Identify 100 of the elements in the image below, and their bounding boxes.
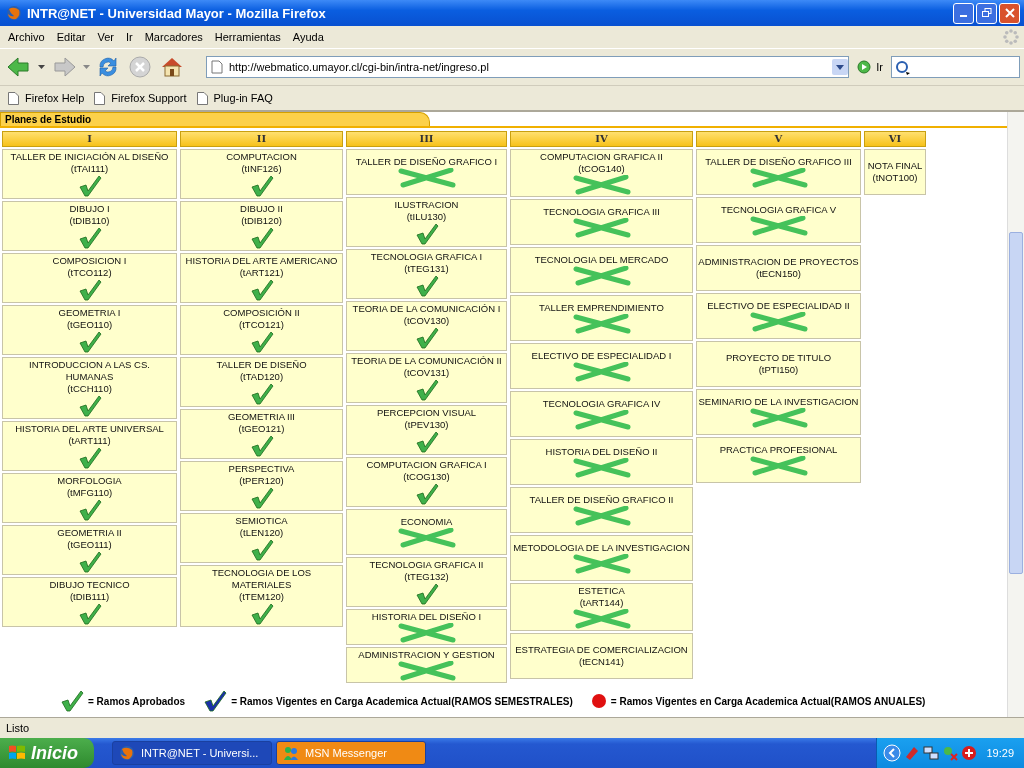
check-mark-icon xyxy=(249,435,274,457)
course-cell: HISTORIA DEL DISEÑO II xyxy=(510,439,693,485)
network-icon[interactable] xyxy=(923,745,940,761)
course-cell: COMPOSICIÓN II (tTCO121) xyxy=(180,305,343,355)
scribbled-cross-icon xyxy=(748,456,809,476)
scribbled-cross-icon xyxy=(748,216,809,236)
bookmark-link[interactable]: Plug-in FAQ xyxy=(196,91,273,105)
check-mark-icon xyxy=(77,331,102,353)
bookmark-link[interactable]: Firefox Support xyxy=(94,91,187,105)
clock: 19:29 xyxy=(986,747,1014,759)
course-cell: GEOMETRIA II (tGEO111) xyxy=(2,525,177,575)
check-mark-icon xyxy=(249,331,274,353)
course-cell: ECONOMIA xyxy=(346,509,507,555)
scribbled-cross-icon xyxy=(748,168,809,188)
check-mark-icon xyxy=(414,275,439,297)
minimize-icon xyxy=(960,15,967,17)
course-cell: ESTRATEGIA DE COMERCIALIZACION (tECN141) xyxy=(510,633,693,679)
check-mark-icon xyxy=(414,483,439,505)
check-mark-icon xyxy=(77,175,102,197)
window-title: INTR@NET - Universidad Mayor - Mozilla Firefox xyxy=(27,5,327,21)
scribbled-cross-icon xyxy=(571,362,632,382)
course-cell: SEMINARIO DE LA INVESTIGACION xyxy=(696,389,861,435)
dropdown-arrow-icon[interactable] xyxy=(38,65,45,69)
course-cell: MORFOLOGIA (tMFG110) xyxy=(2,473,177,523)
course-cell: ILUSTRACION (tILU130) xyxy=(346,197,507,247)
course-cell: TALLER DE DISEÑO GRAFICO III xyxy=(696,149,861,195)
menu-item[interactable]: Ayuda xyxy=(286,31,330,43)
firefox-icon xyxy=(119,745,135,761)
scribbled-cross-icon xyxy=(571,314,632,334)
course-cell: METODOLOGIA DE LA INVESTIGACION xyxy=(510,535,693,581)
page-icon xyxy=(211,60,223,74)
start-button[interactable]: Inicio xyxy=(0,738,94,768)
course-cell: HISTORIA DEL DISEÑO I xyxy=(346,609,507,645)
check-mark-icon xyxy=(414,583,439,605)
scribbled-cross-icon xyxy=(571,609,632,629)
check-mark-icon xyxy=(77,395,102,417)
course-cell: HISTORIA DEL ARTE UNIVERSAL (tART111) xyxy=(2,421,177,471)
check-mark-icon xyxy=(414,431,439,453)
close-button[interactable] xyxy=(999,2,1020,24)
chevron-icon[interactable] xyxy=(883,744,902,762)
menu-item[interactable]: Herramientas xyxy=(208,31,287,43)
course-cell: TEORIA DE LA COMUNICACIÓN I (tCOV130) xyxy=(346,301,507,351)
menu-item[interactable]: Marcadores xyxy=(138,31,209,43)
check-mark-icon xyxy=(60,690,84,712)
column-header: I xyxy=(2,131,177,147)
course-cell: COMPUTACION GRAFICA II (tCOG140) xyxy=(510,149,693,197)
course-cell: COMPUTACION GRAFICA I (tCOG130) xyxy=(346,457,507,507)
scribbled-cross-icon xyxy=(571,410,632,430)
course-cell: TECNOLOGIA GRAFICA I (tTEG131) xyxy=(346,249,507,299)
go-button[interactable]: Ir xyxy=(853,60,887,74)
search-icon xyxy=(895,59,911,75)
bookmark-link[interactable]: Firefox Help xyxy=(8,91,85,105)
course-cell: ELECTIVO DE ESPECIALIDAD I xyxy=(510,343,693,389)
check-mark-icon xyxy=(77,227,102,249)
course-cell: PERCEPCION VISUAL (tPEV130) xyxy=(346,405,507,455)
scribbled-cross-icon xyxy=(396,623,457,643)
check-mark-icon xyxy=(414,379,439,401)
check-mark-icon xyxy=(249,539,274,561)
course-cell: DIBUJO TECNICO (tDIB111) xyxy=(2,577,177,627)
check-mark-icon xyxy=(77,279,102,301)
address-field[interactable]: http://webmatico.umayor.cl/cgi-bin/intra-net/ingreso.pl xyxy=(206,56,850,78)
course-cell: COMPOSICION I (tTCO112) xyxy=(2,253,177,303)
check-mark-icon xyxy=(414,327,439,349)
status-text: Listo xyxy=(6,722,30,734)
dot-icon xyxy=(590,693,607,709)
menu-item[interactable]: Ver xyxy=(91,31,120,43)
course-cell: TEORIA DE LA COMUNICACIÓN II (tCOV131) xyxy=(346,353,507,403)
column-header: V xyxy=(696,131,861,147)
check-mark-icon xyxy=(203,690,228,712)
scrollbar[interactable] xyxy=(1007,112,1024,717)
page-icon xyxy=(8,91,19,105)
course-cell: TECNOLOGIA GRAFICA II (tTEG132) xyxy=(346,557,507,607)
menu-item[interactable]: Archivo xyxy=(2,31,51,43)
scribbled-cross-icon xyxy=(571,266,632,286)
course-cell: DIBUJO II (tDIB120) xyxy=(180,201,343,251)
firefox-icon xyxy=(6,5,22,21)
maximize-button[interactable] xyxy=(976,2,997,24)
column-header: III xyxy=(346,131,507,147)
course-cell: ELECTIVO DE ESPECIALIDAD II xyxy=(696,293,861,339)
course-cell: TALLER DE DISEÑO (tTAD120) xyxy=(180,357,343,407)
course-cell: TECNOLOGIA GRAFICA V xyxy=(696,197,861,243)
scribbled-cross-icon xyxy=(571,218,632,238)
search-field[interactable] xyxy=(891,56,1020,78)
course-cell: TECNOLOGIA DEL MERCADO xyxy=(510,247,693,293)
course-cell: HISTORIA DEL ARTE AMERICANO (tART121) xyxy=(180,253,343,303)
page-icon xyxy=(196,91,208,105)
course-cell: TECNOLOGIA GRAFICA IV xyxy=(510,391,693,437)
close-icon xyxy=(1004,8,1015,18)
menu-item[interactable]: Editar xyxy=(50,31,92,43)
scribbled-cross-icon xyxy=(571,458,632,478)
course-cell: ADMINISTRACION DE PROYECTOS (tECN150) xyxy=(696,245,861,291)
taskbar-button[interactable]: INTR@NET - Universi... xyxy=(112,741,272,765)
course-cell: PROYECTO DE TITULO (tPTI150) xyxy=(696,341,861,387)
menu-item[interactable]: Ir xyxy=(119,31,139,43)
people-icon xyxy=(283,745,299,761)
course-cell: GEOMETRIA I (tGEO110) xyxy=(2,305,177,355)
scribbled-cross-icon xyxy=(748,408,809,428)
course-cell: TALLER DE DISEÑO GRAFICO II xyxy=(510,487,693,533)
course-cell: NOTA FINAL (tNOT100) xyxy=(864,149,926,195)
minimize-button[interactable] xyxy=(953,2,974,24)
